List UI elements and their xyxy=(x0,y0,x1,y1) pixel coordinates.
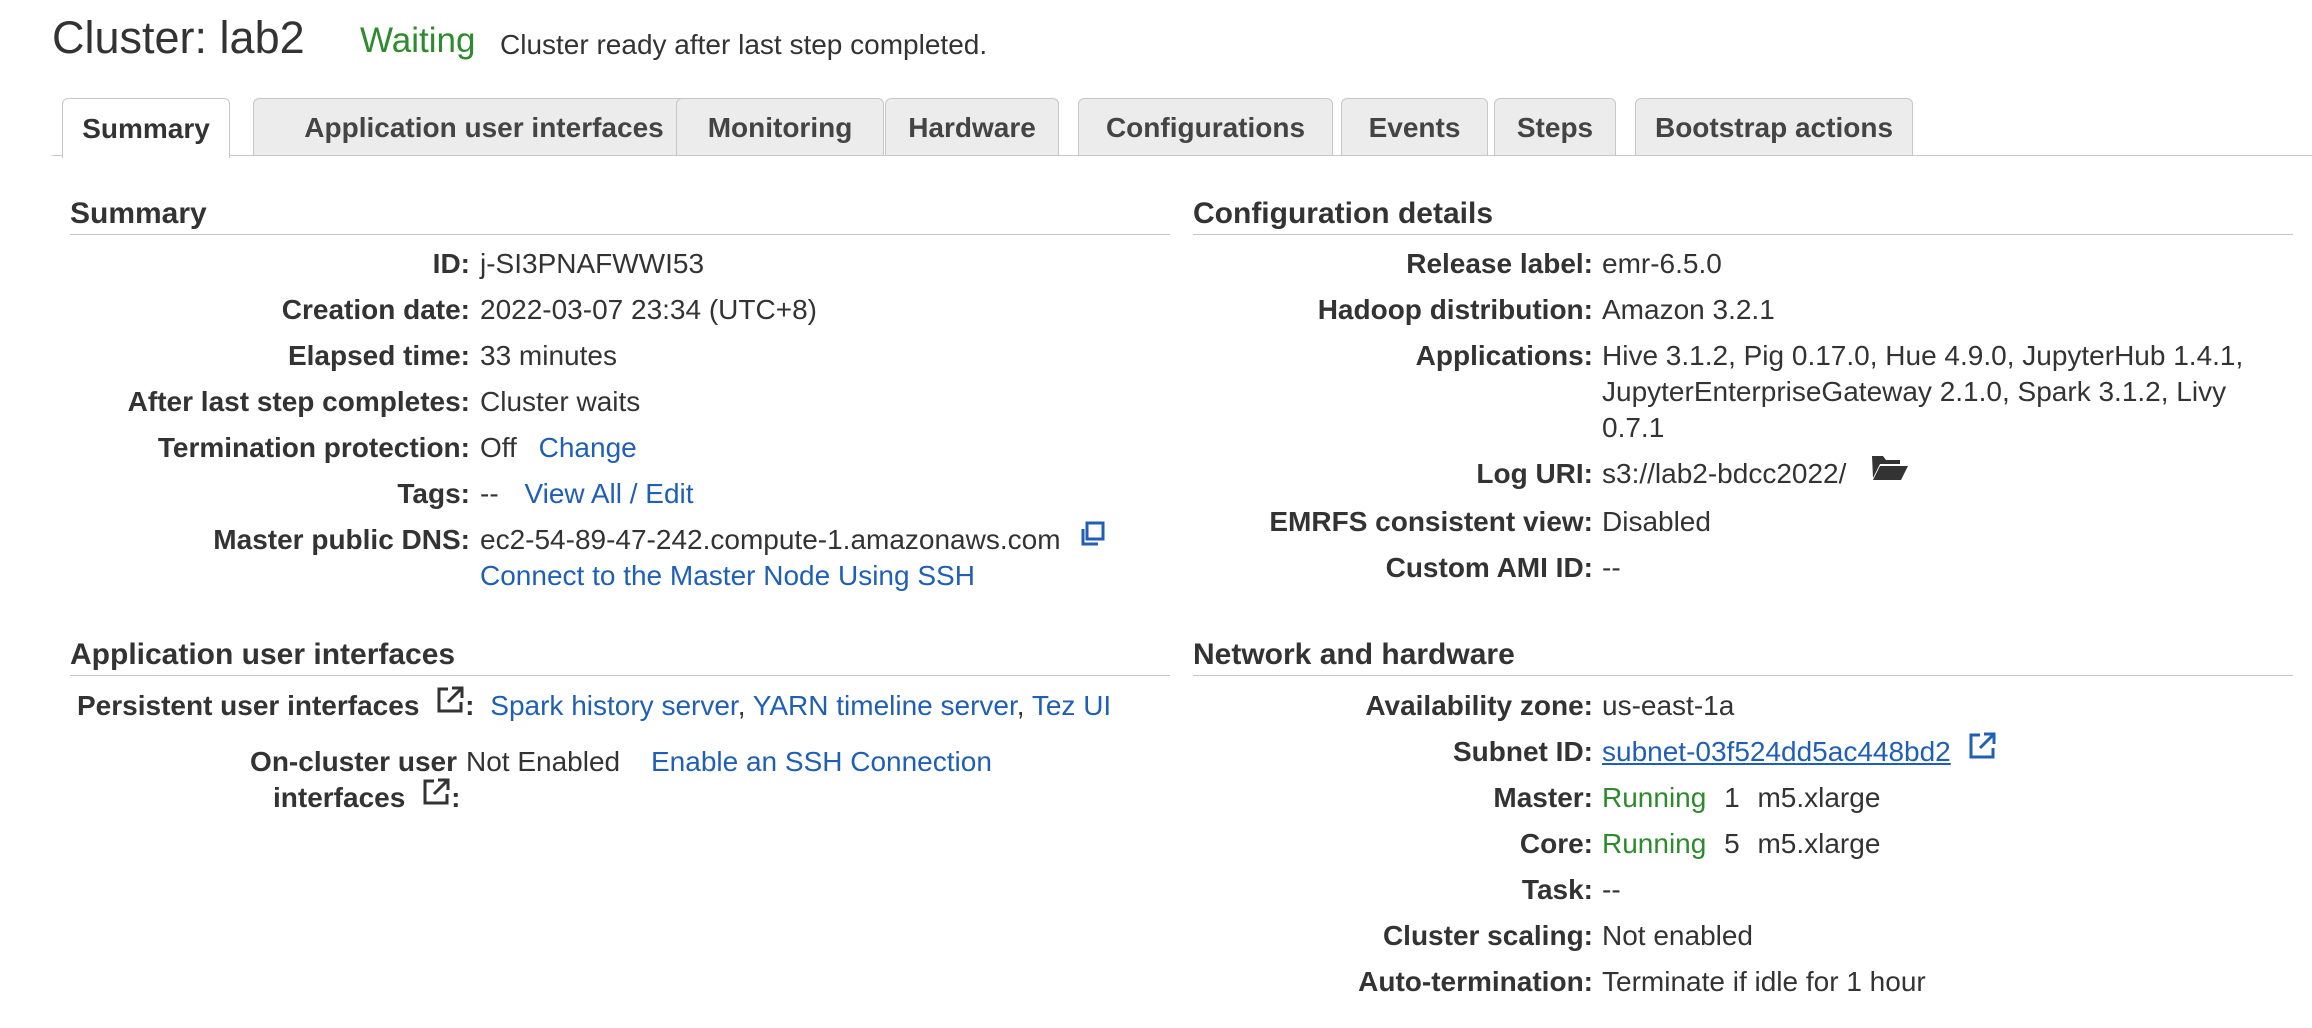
master-status: Running xyxy=(1602,782,1707,813)
tags-text: -- xyxy=(480,478,499,509)
release-value: emr-6.5.0 xyxy=(1602,248,1722,279)
master-count: 1 xyxy=(1724,782,1740,813)
app-ui-divider xyxy=(70,675,1170,676)
tags-value: -- View All / Edit xyxy=(480,476,694,512)
cluster-scaling-label: Cluster scaling: xyxy=(1382,920,1593,951)
after-step-value: Cluster waits xyxy=(480,386,641,417)
log-uri-text: s3://lab2-bdcc2022/ xyxy=(1602,458,1847,489)
oncluster-ui-label-line-2-row: interfaces : xyxy=(273,777,461,816)
master-label: Master: xyxy=(1493,782,1593,813)
oncluster-ui-value: Not Enabled xyxy=(466,746,621,777)
elapsed-time-value: 33 minutes xyxy=(480,340,617,371)
termination-protection-state: Off xyxy=(480,432,517,463)
subnet-id-link[interactable]: subnet-03f524dd5ac448bd2 xyxy=(1602,736,1951,767)
hadoop-value: Amazon 3.2.1 xyxy=(1602,294,1775,325)
cluster-status: Waiting xyxy=(360,21,476,60)
elapsed-time-label: Elapsed time: xyxy=(287,340,470,371)
summary-section-title: Summary xyxy=(70,197,207,230)
applications-line-1: Hive 3.1.2, Pig 0.17.0, Hue 4.9.0, Jupyt… xyxy=(1602,340,2244,371)
after-step-label: After last step completes: xyxy=(127,386,470,417)
core-status: Running xyxy=(1602,828,1707,859)
ssh-connect-row: Connect to the Master Node Using SSH xyxy=(480,558,975,594)
yarn-timeline-server-link[interactable]: YARN timeline server xyxy=(753,690,1017,721)
persistent-ui-row: Persistent user interfaces : Spark histo… xyxy=(77,685,1111,724)
termination-change-link[interactable]: Change xyxy=(539,432,637,463)
task-value: -- xyxy=(1602,874,1621,905)
applications-label: Applications: xyxy=(1415,340,1593,371)
network-divider xyxy=(1193,675,2293,676)
release-label: Release label: xyxy=(1406,248,1593,279)
cluster-status-message: Cluster ready after last step completed. xyxy=(500,29,988,60)
availability-zone-value: us-east-1a xyxy=(1602,690,1735,721)
core-instance-type: m5.xlarge xyxy=(1757,828,1881,859)
id-label: ID: xyxy=(432,248,470,279)
connect-master-ssh-link[interactable]: Connect to the Master Node Using SSH xyxy=(480,560,975,591)
app-ui-section-title: Application user interfaces xyxy=(70,638,456,671)
tab-configurations[interactable]: Configurations xyxy=(1078,98,1333,156)
emrfs-label: EMRFS consistent view: xyxy=(1269,506,1593,537)
tags-view-edit-link[interactable]: View All / Edit xyxy=(524,478,693,509)
applications-line-3: 0.7.1 xyxy=(1602,412,1665,443)
spark-history-server-link[interactable]: Spark history server xyxy=(490,690,737,721)
master-dns-value: ec2-54-89-47-242.compute-1.amazonaws.com xyxy=(480,520,1106,558)
master-dns-label: Master public DNS: xyxy=(213,524,470,555)
applications-line-2: JupyterEnterpriseGateway 2.1.0, Spark 3.… xyxy=(1602,376,2227,407)
persistent-ui-label: Persistent user interfaces xyxy=(77,690,420,721)
termination-protection-label: Termination protection: xyxy=(157,432,470,463)
subnet-id-label: Subnet ID: xyxy=(1453,736,1593,767)
hadoop-label: Hadoop distribution: xyxy=(1317,294,1593,325)
link-separator-2: , xyxy=(1016,690,1025,721)
external-link-icon[interactable] xyxy=(1967,731,1997,770)
oncluster-ui-label-line-2: interfaces xyxy=(273,782,406,813)
log-uri-label: Log URI: xyxy=(1476,458,1593,489)
core-count: 5 xyxy=(1724,828,1740,859)
network-section-title: Network and hardware xyxy=(1193,638,1515,671)
external-link-icon[interactable] xyxy=(435,685,465,724)
auto-termination-label: Auto-termination: xyxy=(1358,966,1593,997)
tez-ui-link[interactable]: Tez UI xyxy=(1032,690,1111,721)
tab-steps[interactable]: Steps xyxy=(1494,98,1616,156)
core-value: Running 5 m5.xlarge xyxy=(1602,826,1880,862)
tabs-divider xyxy=(52,155,2312,156)
oncluster-ui-label-line-1: On-cluster user xyxy=(250,746,457,777)
master-dns-text: ec2-54-89-47-242.compute-1.amazonaws.com xyxy=(480,524,1061,555)
subnet-id-value: subnet-03f524dd5ac448bd2 xyxy=(1602,731,1997,770)
cluster-details-page: Cluster: lab2 Waiting Cluster ready afte… xyxy=(0,0,2312,1028)
creation-date-value: 2022-03-07 23:34 (UTC+8) xyxy=(480,294,817,325)
folder-open-icon[interactable] xyxy=(1870,452,1910,491)
task-label: Task: xyxy=(1521,874,1593,905)
tab-application-user-interfaces[interactable]: Application user interfaces xyxy=(253,98,715,156)
log-uri-value: s3://lab2-bdcc2022/ xyxy=(1602,456,1910,492)
id-value: j-SI3PNAFWWI53 xyxy=(480,248,705,279)
ami-label: Custom AMI ID: xyxy=(1385,552,1593,583)
link-separator-1: , xyxy=(737,690,746,721)
auto-termination-value: Terminate if idle for 1 hour xyxy=(1602,966,1926,997)
master-value: Running 1 m5.xlarge xyxy=(1602,780,1880,816)
config-section-title: Configuration details xyxy=(1193,197,1493,230)
tags-label: Tags: xyxy=(397,478,470,509)
cluster-scaling-value: Not enabled xyxy=(1602,920,1754,951)
summary-divider xyxy=(70,234,1170,235)
persistent-ui-colon: : xyxy=(465,690,475,721)
tab-monitoring[interactable]: Monitoring xyxy=(676,98,884,156)
oncluster-ui-colon: : xyxy=(451,782,461,813)
cluster-title: Cluster: lab2 xyxy=(52,12,305,63)
availability-zone-label: Availability zone: xyxy=(1365,690,1593,721)
copy-icon[interactable] xyxy=(1078,520,1106,557)
tab-bootstrap-actions[interactable]: Bootstrap actions xyxy=(1635,98,1913,156)
tab-events[interactable]: Events xyxy=(1341,98,1488,156)
tab-summary[interactable]: Summary xyxy=(62,98,230,158)
emrfs-value: Disabled xyxy=(1602,506,1711,537)
tab-hardware[interactable]: Hardware xyxy=(885,98,1059,156)
enable-ssh-connection-link[interactable]: Enable an SSH Connection xyxy=(651,744,992,780)
master-instance-type: m5.xlarge xyxy=(1757,782,1881,813)
config-divider xyxy=(1193,234,2293,235)
core-label: Core: xyxy=(1519,828,1593,859)
ami-value: -- xyxy=(1602,552,1621,583)
termination-protection-value: Off Change xyxy=(480,430,637,466)
external-link-icon[interactable] xyxy=(421,777,451,816)
creation-date-label: Creation date: xyxy=(281,294,470,325)
